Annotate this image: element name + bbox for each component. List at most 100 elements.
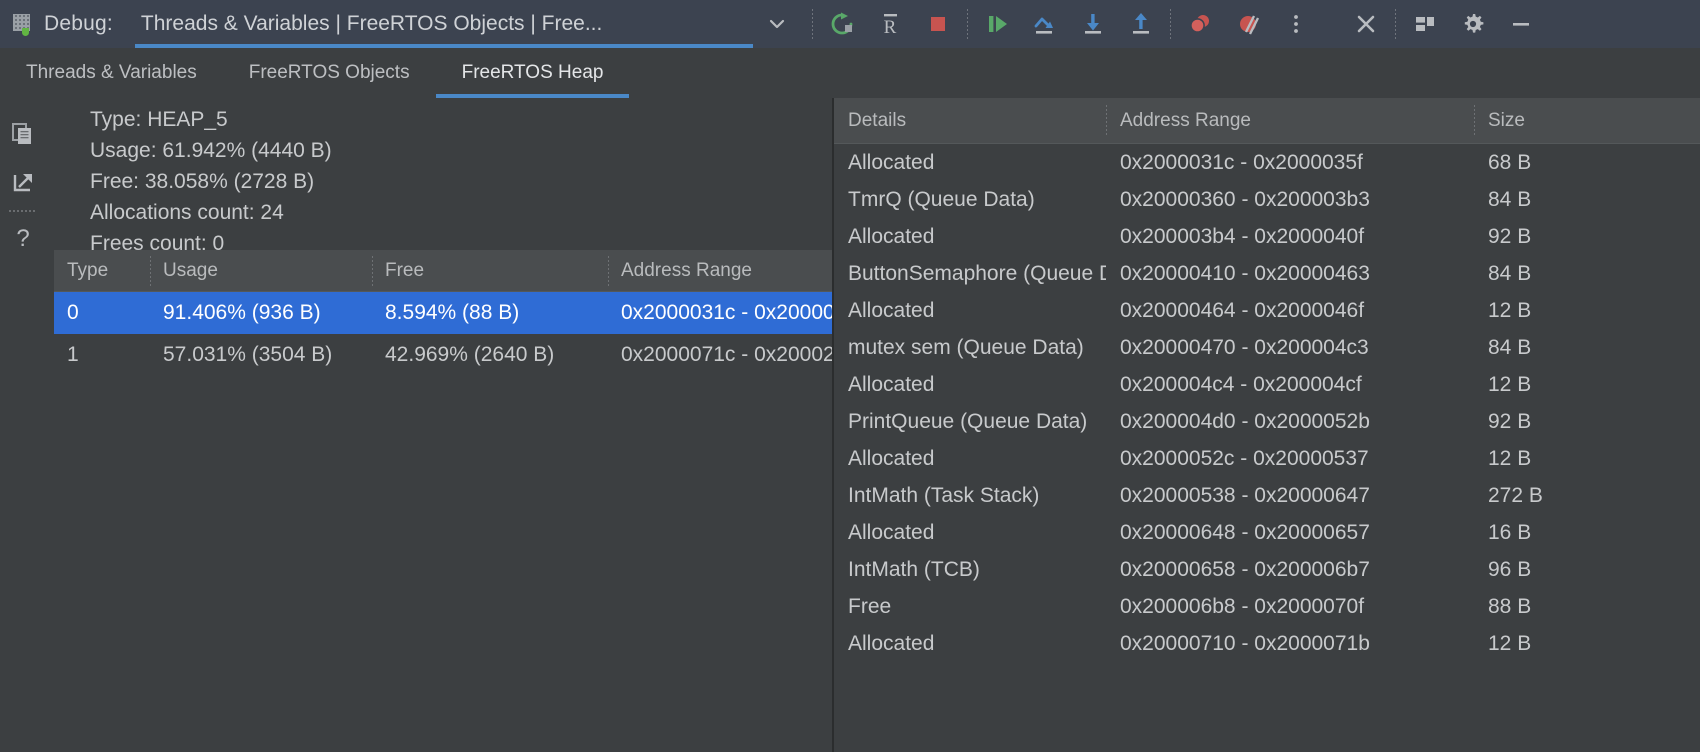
cell-address: 0x2000052c - 0x20000537 (1120, 447, 1369, 470)
cell-size: 12 B (1488, 373, 1532, 396)
table-header-row: Type Usage Free Address Range (54, 250, 832, 292)
cell-address: 0x200006b8 - 0x2000070f (1120, 595, 1365, 618)
cell-address: 0x200004d0 - 0x2000052b (1120, 410, 1370, 433)
heap-summary-panel: Type: HEAP_5 Usage: 61.942% (4440 B) Fre… (46, 98, 832, 752)
table-row[interactable]: Free 0x200006b8 - 0x2000070f 88 B (834, 588, 1700, 625)
table-row[interactable]: 0 91.406% (936 B) 8.594% (88 B) 0x200003… (54, 292, 832, 334)
table-row[interactable]: Allocated 0x200003b4 - 0x2000040f 92 B (834, 218, 1700, 255)
cell-free: 42.969% (2640 B) (385, 343, 555, 366)
side-action-rail: ? (0, 98, 46, 752)
toolbar-separator (966, 9, 968, 39)
summary-usage: Usage: 61.942% (4440 B) (90, 139, 332, 162)
cell-details: Allocated (848, 151, 935, 174)
table-row[interactable]: Allocated 0x20000464 - 0x2000046f 12 B (834, 292, 1700, 329)
table-row[interactable]: IntMath (Task Stack) 0x20000538 - 0x20000… (834, 477, 1700, 514)
cell-details: IntMath (Task Stack) (848, 484, 1040, 507)
rerun-icon[interactable] (818, 0, 866, 48)
table-row[interactable]: 1 57.031% (3504 B) 42.969% (2640 B) 0x20… (54, 334, 832, 376)
table-row[interactable]: Allocated 0x20000710 - 0x2000071b 12 B (834, 625, 1700, 662)
cell-size: 96 B (1488, 558, 1532, 581)
step-over-icon[interactable] (1021, 0, 1069, 48)
column-header-free[interactable]: Free (372, 250, 608, 292)
cell-address: 0x20000470 - 0x200004c3 (1120, 336, 1369, 359)
tab-label: FreeRTOS Heap (461, 62, 604, 83)
step-into-icon[interactable] (1069, 0, 1117, 48)
heap-summary-text: Type: HEAP_5 Usage: 61.942% (4440 B) Fre… (46, 98, 832, 259)
view-tabs: Threads & Variables FreeRTOS Objects Fre… (0, 48, 1700, 98)
tab-freertos-heap[interactable]: FreeRTOS Heap (435, 48, 630, 98)
column-header-details[interactable]: Details (834, 98, 1106, 144)
toolbar-separator (1394, 9, 1396, 39)
more-options-icon[interactable] (1272, 0, 1320, 48)
cell-details: Allocated (848, 299, 935, 322)
cell-address: 0x20000538 - 0x20000647 (1120, 484, 1370, 507)
cell-usage: 91.406% (936 B) (163, 301, 321, 324)
table-row[interactable]: Allocated 0x2000031c - 0x2000035f 68 B (834, 144, 1700, 181)
heap-blocks-rows: Allocated 0x2000031c - 0x2000035f 68 B TmrQ… (834, 144, 1700, 662)
svg-text:?: ? (16, 225, 29, 251)
debug-label: Debug: (44, 12, 113, 35)
view-breakpoints-icon[interactable] (1176, 0, 1224, 48)
export-icon[interactable] (3, 158, 43, 206)
table-row[interactable]: TmrQ (Queue Data) 0x20000360 - 0x200003b3… (834, 181, 1700, 218)
cell-free: 8.594% (88 B) (385, 301, 520, 324)
cell-details: PrintQueue (Queue Data) (848, 410, 1088, 433)
cell-address: 0x20000648 - 0x20000657 (1120, 521, 1370, 544)
cell-address: 0x20000658 - 0x200006b7 (1120, 558, 1370, 581)
settings-gear-icon[interactable] (1449, 0, 1497, 48)
cell-details: Allocated (848, 521, 935, 544)
toolbar-separator (811, 9, 813, 39)
copy-icon[interactable] (3, 110, 43, 158)
column-header-usage[interactable]: Usage (150, 250, 372, 292)
table-header-row: Details Address Range Size (834, 98, 1700, 144)
tab-label: FreeRTOS Objects (248, 62, 410, 83)
cell-address: 0x2000071c - 0x20002313 (621, 343, 832, 366)
table-row[interactable]: ButtonSemaphore (Queue Data) 0x20000410 -… (834, 255, 1700, 292)
stop-icon[interactable] (914, 0, 962, 48)
layout-settings-icon[interactable] (1401, 0, 1449, 48)
rail-divider (9, 210, 37, 212)
tab-threads-variables[interactable]: Threads & Variables (0, 48, 223, 98)
cell-type: 1 (67, 343, 79, 366)
minimize-icon[interactable] (1497, 0, 1545, 48)
debug-tool-window: Debug: Threads & Variables | FreeRTOS Ob… (0, 0, 1700, 752)
cell-details: TmrQ (Queue Data) (848, 188, 1035, 211)
cell-size: 16 B (1488, 521, 1532, 544)
modify-run-config-icon[interactable]: R (866, 0, 914, 48)
column-header-type[interactable]: Type (54, 250, 150, 292)
cell-size: 12 B (1488, 299, 1532, 322)
resume-program-icon[interactable] (973, 0, 1021, 48)
debug-header-left: Debug: Threads & Variables | FreeRTOS Ob… (0, 0, 801, 48)
cell-details: Allocated (848, 225, 935, 248)
help-icon[interactable]: ? (3, 214, 43, 262)
cell-size: 92 B (1488, 225, 1532, 248)
cell-size: 92 B (1488, 410, 1532, 433)
close-icon[interactable] (1342, 0, 1390, 48)
cell-address: 0x20000464 - 0x2000046f (1120, 299, 1365, 322)
table-row[interactable]: Allocated 0x20000648 - 0x20000657 16 B (834, 514, 1700, 551)
cell-size: 272 B (1488, 484, 1543, 507)
cell-address: 0x2000031c - 0x2000035f (1120, 151, 1363, 174)
cell-details: Free (848, 595, 892, 618)
svg-text:R: R (884, 17, 897, 38)
table-row[interactable]: Allocated 0x200004c4 - 0x200004cf 12 B (834, 366, 1700, 403)
chevron-down-icon[interactable] (753, 0, 801, 48)
table-row[interactable]: Allocated 0x2000052c - 0x20000537 12 B (834, 440, 1700, 477)
table-row[interactable]: mutex sem (Queue Data) 0x20000470 - 0x200… (834, 329, 1700, 366)
step-out-icon[interactable] (1117, 0, 1165, 48)
debug-session-selector[interactable]: Threads & Variables | FreeRTOS Objects |… (134, 0, 753, 48)
cell-size: 84 B (1488, 336, 1532, 359)
tab-freertos-objects[interactable]: FreeRTOS Objects (223, 48, 436, 98)
table-row[interactable]: PrintQueue (Queue Data) 0x200004d0 - 0x20… (834, 403, 1700, 440)
column-header-address[interactable]: Address Range (608, 250, 832, 292)
cell-details: Allocated (848, 447, 935, 470)
cell-usage: 57.031% (3504 B) (163, 343, 333, 366)
column-header-address[interactable]: Address Range (1106, 98, 1474, 144)
cell-size: 84 B (1488, 188, 1532, 211)
mute-breakpoints-icon[interactable] (1224, 0, 1272, 48)
table-row[interactable]: IntMath (TCB) 0x20000658 - 0x200006b7 96 B (834, 551, 1700, 588)
cell-size: 68 B (1488, 151, 1532, 174)
debug-toolbar: R (807, 0, 1545, 48)
cell-address: 0x200003b4 - 0x2000040f (1120, 225, 1365, 248)
column-header-size[interactable]: Size (1474, 98, 1594, 144)
